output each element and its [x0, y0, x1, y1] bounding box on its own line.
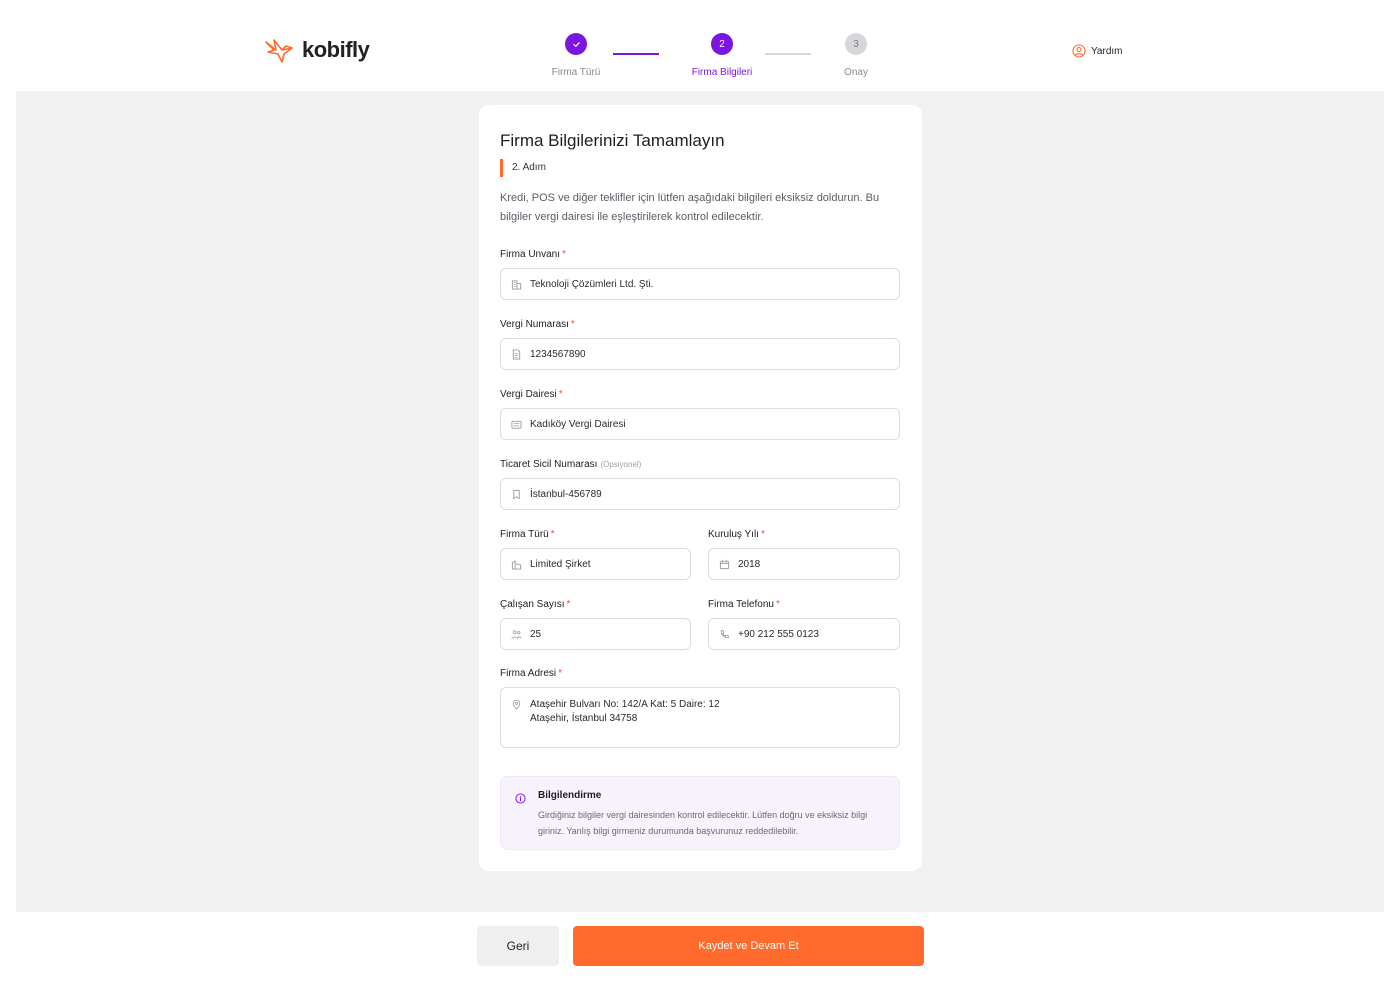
address-line-2: Ataşehir, İstanbul 34758	[530, 713, 638, 724]
label-text: Firma Telefonu	[708, 599, 774, 610]
info-notice: Bilgilendirme Girdiğiniz bilgiler vergi …	[500, 776, 900, 850]
company-phone-label: Firma Telefonu *	[708, 599, 780, 610]
tax-office-input[interactable]: Kadıköy Vergi Dairesi	[500, 408, 900, 440]
company-info-card: Firma Bilgilerinizi Tamamlayın 2. Adım K…	[479, 105, 922, 871]
input-value: +90 212 555 0123	[738, 628, 819, 640]
tax-office-label: Vergi Dairesi *	[500, 389, 563, 400]
required-mark: *	[775, 599, 780, 610]
address-value: Ataşehir Bulvarı No: 142/A Kat: 5 Daire:…	[530, 698, 720, 726]
step-onay[interactable]: 3 Onay	[816, 33, 896, 78]
label-text: Firma Türü	[500, 529, 549, 540]
input-value: 25	[530, 628, 542, 640]
required-mark: *	[566, 599, 571, 610]
bookmark-icon	[511, 489, 522, 500]
step-firma-bilgileri[interactable]: 2 Firma Bilgileri	[682, 33, 762, 78]
label-text: Vergi Dairesi	[500, 389, 557, 400]
progress-stepper: Firma Türü 2 Firma Bilgileri 3 Onay	[536, 33, 868, 79]
label-text: Firma Unvanı	[500, 249, 561, 260]
label-text: Firma Adresi	[500, 668, 557, 679]
trade-registry-label: Ticaret Sicil Numarası (Opsiyonel)	[500, 459, 641, 470]
step-label: Firma Bilgileri	[691, 67, 753, 78]
top-header: kobifly Firma Türü 2 Firma Bilgileri 3 O…	[16, 14, 1384, 91]
required-mark: *	[558, 668, 563, 679]
address-line-1: Ataşehir Bulvarı No: 142/A Kat: 5 Daire:…	[530, 699, 720, 710]
brand-name: kobifly	[302, 37, 370, 62]
save-continue-button[interactable]: Kaydet ve Devam Et	[573, 926, 924, 966]
label-text: Vergi Numarası	[500, 319, 569, 330]
phone-icon	[719, 629, 730, 640]
user-circle-icon	[1072, 44, 1086, 58]
company-type-input[interactable]: Limited Şirket	[500, 548, 691, 580]
step-connector-1	[613, 53, 659, 55]
calendar-icon	[719, 559, 730, 570]
label-text: Kuruluş Yılı	[708, 529, 759, 540]
input-value: 2018	[738, 558, 761, 570]
step-connector-2	[765, 53, 811, 55]
bank-icon	[511, 419, 522, 430]
step-indicator: 2. Adım	[500, 159, 546, 177]
input-value: Teknoloji Çözümleri Ltd. Şti.	[530, 278, 654, 290]
document-icon	[511, 348, 522, 360]
back-button[interactable]: Geri	[477, 926, 559, 966]
kobifly-bird-icon	[265, 39, 293, 63]
employee-count-label: Çalışan Sayısı *	[500, 599, 570, 610]
company-address-label: Firma Adresi *	[500, 668, 562, 679]
info-icon	[515, 793, 526, 804]
location-pin-icon	[511, 699, 522, 710]
trade-registry-input[interactable]: İstanbul-456789	[500, 478, 900, 510]
help-label: Yardım	[1091, 45, 1123, 57]
label-text: Ticaret Sicil Numarası	[500, 459, 598, 470]
step-firma-turu[interactable]: Firma Türü	[536, 33, 616, 78]
required-mark: *	[550, 529, 555, 540]
required-mark: *	[570, 319, 575, 330]
page-title: Firma Bilgilerinizi Tamamlayın	[500, 131, 725, 150]
info-title: Bilgilendirme	[538, 790, 602, 801]
label-text: Çalışan Sayısı	[500, 599, 565, 610]
company-phone-input[interactable]: +90 212 555 0123	[708, 618, 900, 650]
form-description: Kredi, POS ve diğer teklifler için lütfe…	[500, 192, 880, 223]
step-number: 2	[711, 33, 733, 55]
input-value: İstanbul-456789	[530, 488, 602, 500]
step-label: Firma Türü	[551, 67, 601, 78]
founded-year-input[interactable]: 2018	[708, 548, 900, 580]
input-value: Limited Şirket	[530, 558, 591, 570]
input-value: 1234567890	[530, 348, 586, 360]
company-title-label: Firma Unvanı *	[500, 249, 566, 260]
brand-logo[interactable]: kobifly	[264, 36, 370, 64]
check-icon	[565, 33, 587, 55]
tax-number-input[interactable]: 1234567890	[500, 338, 900, 370]
help-link[interactable]: Yardım	[1072, 44, 1123, 58]
step-number: 3	[845, 33, 867, 55]
building-icon	[511, 279, 522, 290]
company-address-textarea[interactable]: Ataşehir Bulvarı No: 142/A Kat: 5 Daire:…	[500, 687, 900, 748]
tax-number-label: Vergi Numarası *	[500, 319, 575, 330]
building-small-icon	[511, 559, 522, 570]
company-type-label: Firma Türü *	[500, 529, 555, 540]
people-icon	[511, 629, 522, 640]
required-mark: *	[562, 249, 566, 260]
info-text: Girdiğiniz bilgiler vergi dairesinden ko…	[538, 810, 868, 836]
required-mark: *	[558, 389, 563, 400]
action-footer: Geri Kaydet ve Devam Et	[16, 912, 1384, 984]
input-value: Kadıköy Vergi Dairesi	[530, 418, 626, 430]
optional-hint: (Opsiyonel)	[600, 460, 642, 469]
step-label: Onay	[844, 67, 868, 78]
company-title-input[interactable]: Teknoloji Çözümleri Ltd. Şti.	[500, 268, 900, 300]
page-frame: kobifly Firma Türü 2 Firma Bilgileri 3 O…	[16, 14, 1384, 984]
required-mark: *	[760, 529, 765, 540]
founded-year-label: Kuruluş Yılı *	[708, 529, 765, 540]
employee-count-input[interactable]: 25	[500, 618, 691, 650]
